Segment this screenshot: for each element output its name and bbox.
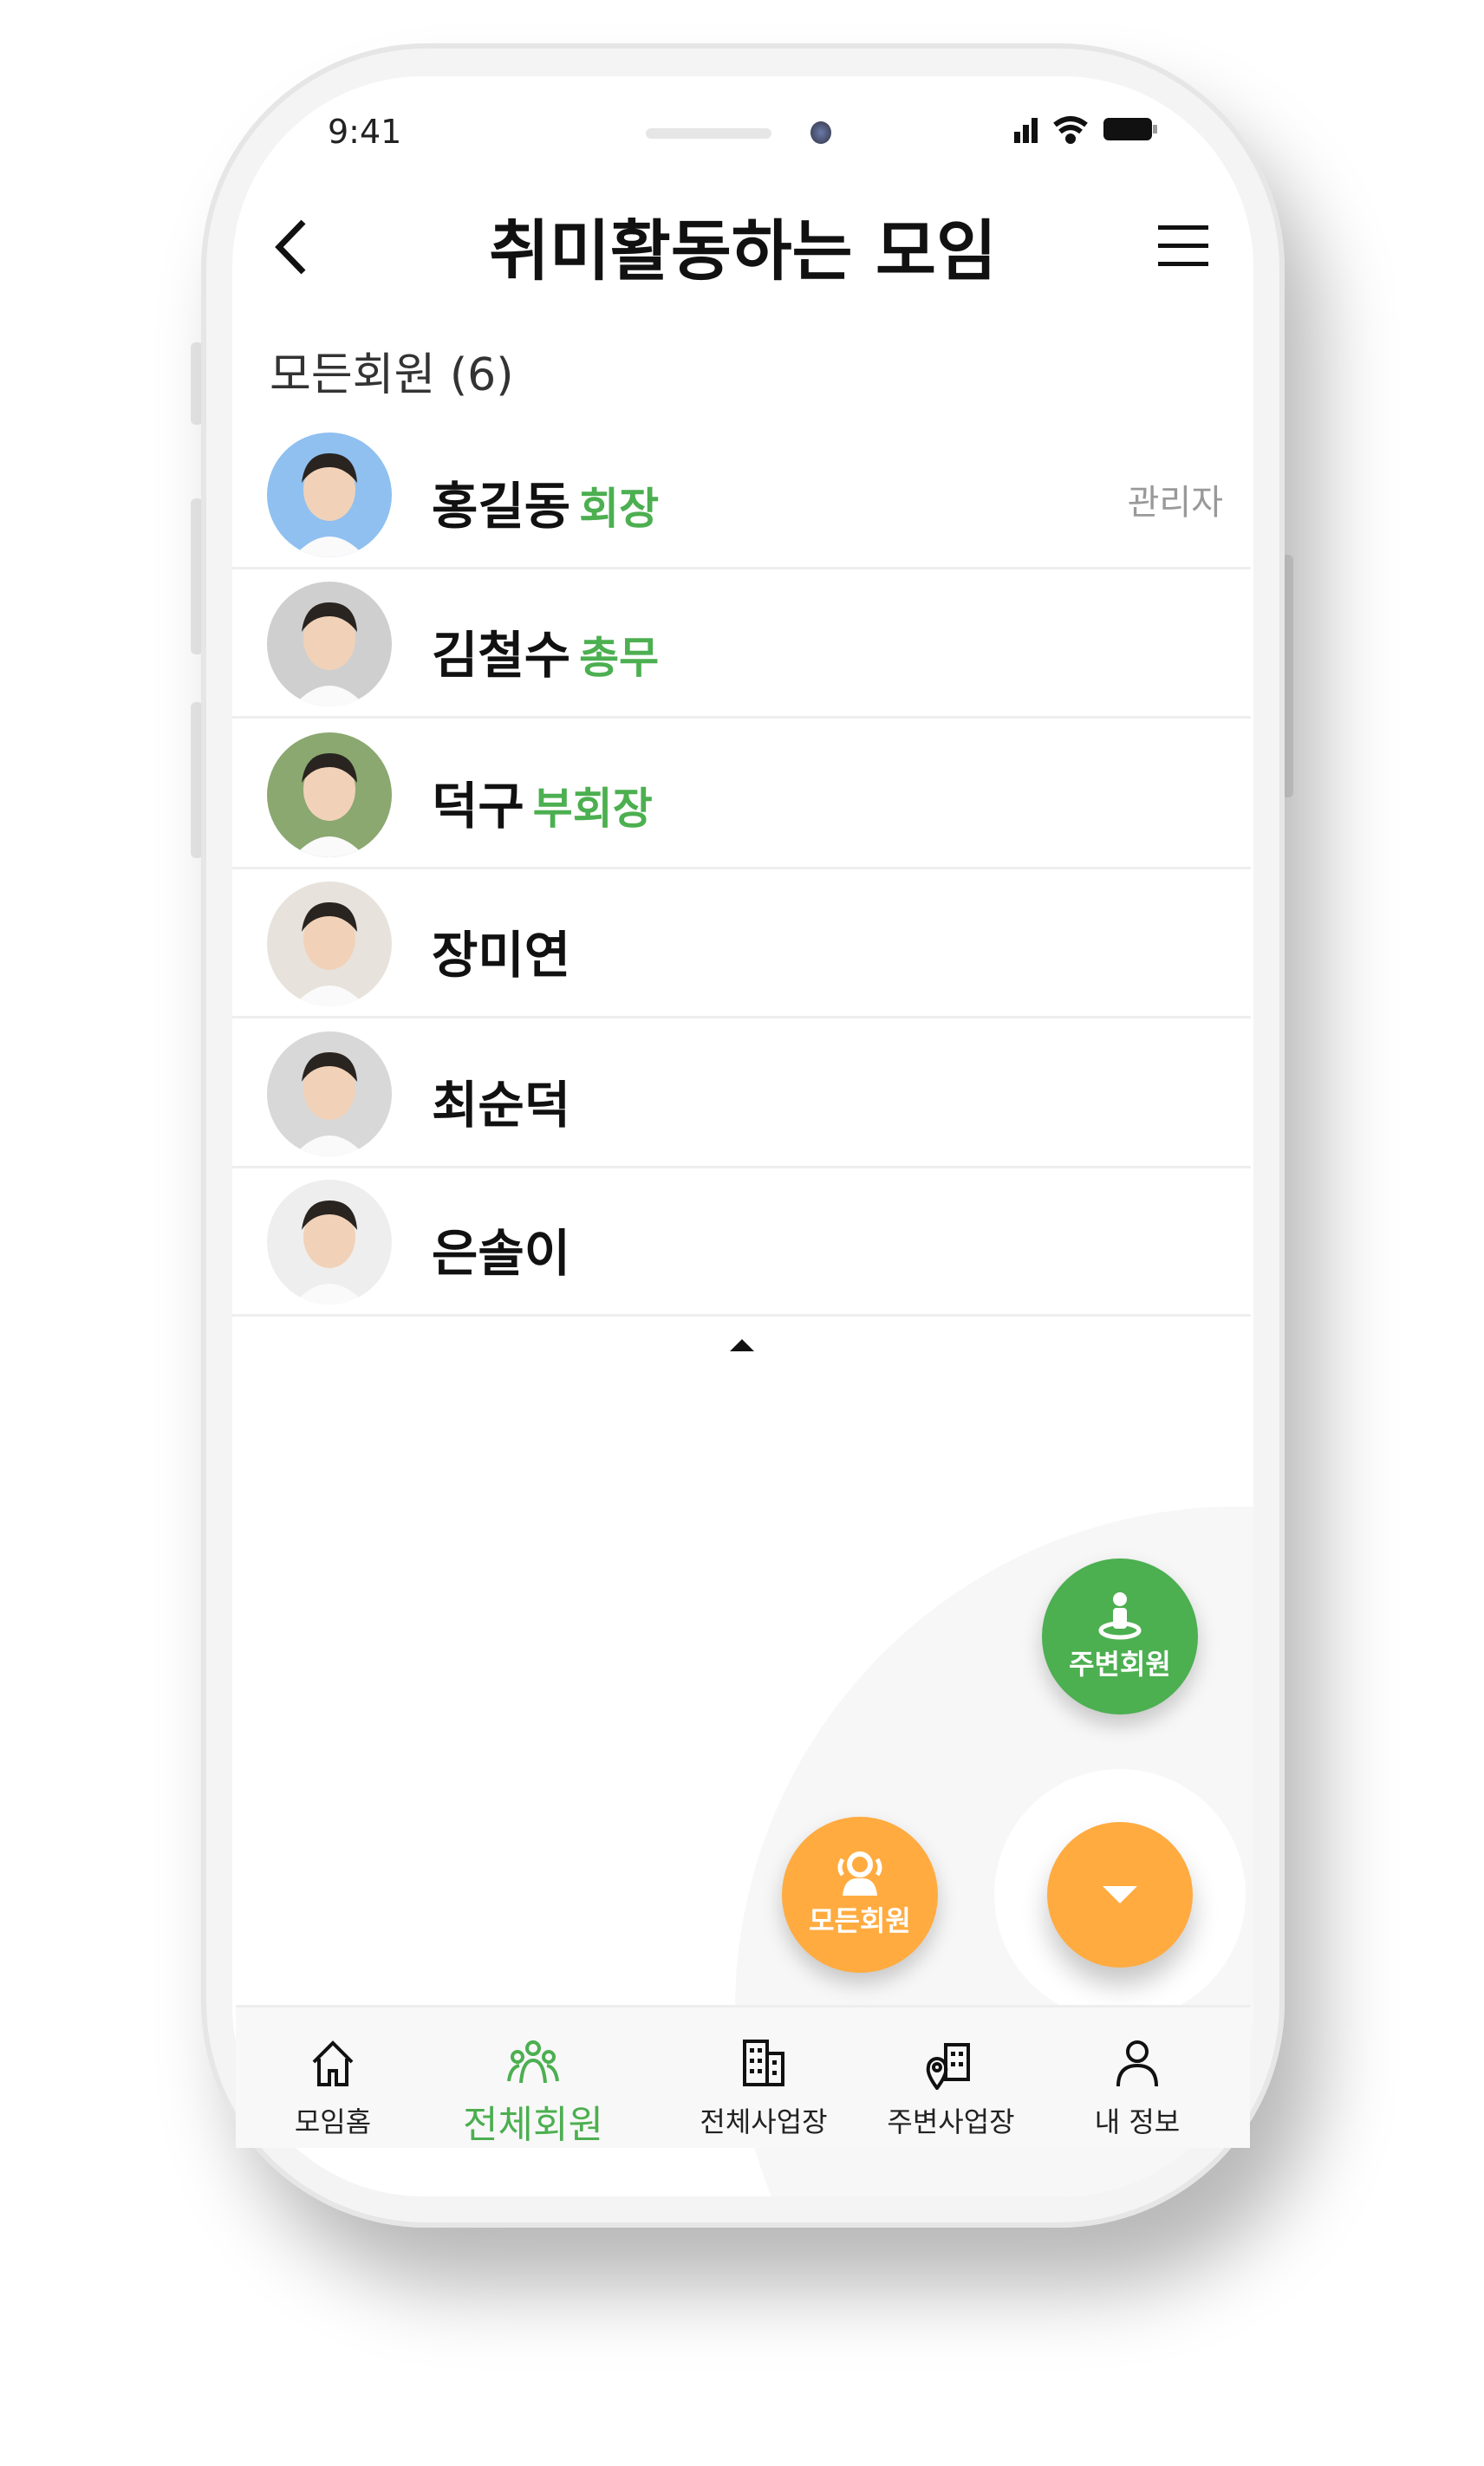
nearby-members-fab[interactable]: 주변회원 [1042,1558,1198,1714]
person-pin-icon [1098,1592,1142,1640]
page-title: 취미활동하는 모임 [489,212,997,290]
nav-item[interactable]: 모임홈 [238,2038,428,2140]
nav-item[interactable]: 전체사업장 [668,2038,859,2140]
member-row[interactable]: 장미연 [232,869,1251,1018]
avatar-photo-icon [293,1052,366,1156]
camera-icon [810,121,831,144]
member-role: 총무 [579,633,660,683]
member-name: 장미연 [432,926,571,985]
member-row[interactable]: 홍길동 회장 관리자 [232,420,1251,569]
member-name: 최순덕 [432,1076,571,1135]
all-members-label: 모든회원 [809,1904,911,1937]
bottom-nav: 모임홈 전체회원 전체사업장 주변사업장 내 정보 [236,2005,1250,2148]
speaker-grille [646,128,771,139]
people-icon [837,1851,882,1896]
home-icon [312,2040,354,2086]
nav-label: 모임홈 [294,2105,372,2138]
member-name: 덕구 부회장 [432,777,653,836]
member-row[interactable]: 김철수 총무 [232,569,1251,719]
nav-item[interactable]: 주변사업장 [856,2038,1046,2140]
avatar-photo-icon [293,902,366,1006]
member-name: 은솔이 [432,1224,571,1283]
nav-label: 내 정보 [1094,2105,1181,2138]
caret-down-icon [1103,1886,1137,1903]
avatar-photo-icon [293,753,366,857]
battery-icon [1103,118,1157,140]
nearby-members-label: 주변회원 [1069,1648,1171,1681]
nav-item[interactable]: 내 정보 [1042,2038,1233,2140]
member-name: 김철수 총무 [432,626,660,685]
member-avatar [267,582,392,706]
avatar-photo-icon [293,602,366,706]
member-avatar [267,1180,392,1305]
member-avatar [267,433,392,557]
nav-label: 전체회원 [463,2103,603,2147]
member-row[interactable]: 덕구 부회장 [232,720,1251,869]
toggle-fab-menu-button[interactable] [1047,1822,1193,1968]
avatar-photo-icon [293,1200,366,1305]
status-time: 9:41 [328,113,402,151]
nav-item[interactable]: 전체회원 [438,2038,628,2149]
nav-label: 전체사업장 [700,2105,828,2138]
group-icon [507,2040,559,2084]
signal-icon [1014,118,1038,143]
building-location-icon [926,2043,970,2092]
member-avatar [267,1031,392,1156]
status-icons [1014,116,1157,144]
member-row[interactable]: 최순덕 [232,1019,1251,1168]
all-members-fab[interactable]: 모든회원 [782,1817,938,1973]
member-row[interactable]: 은솔이 [232,1168,1251,1317]
collapse-up-icon[interactable] [730,1337,754,1353]
member-name: 홍길동 회장 [432,477,660,536]
hamburger-menu-icon[interactable] [1158,224,1210,269]
member-avatar [267,882,392,1006]
member-role: 회장 [579,484,660,534]
building-icon [743,2040,784,2086]
member-avatar [267,732,392,857]
wifi-icon [1053,116,1088,144]
person-icon [1116,2040,1158,2087]
member-count-label: 모든회원 (6) [270,349,514,401]
member-role: 부회장 [532,784,653,834]
avatar-photo-icon [293,453,366,557]
admin-badge: 관리자 [1127,483,1223,523]
nav-label: 주변사업장 [887,2105,1015,2138]
